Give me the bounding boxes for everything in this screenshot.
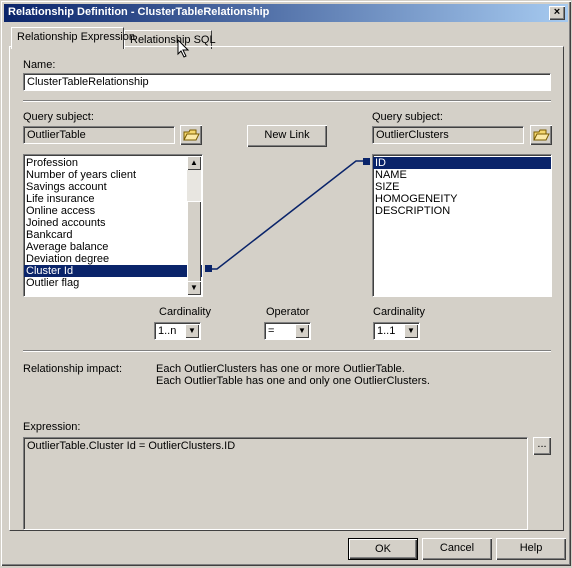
impact-line-1: Each OutlierClusters has one or more Out…: [156, 363, 405, 375]
cardinality-left-value: 1..n: [158, 325, 177, 337]
tab-relationship-expression[interactable]: Relationship Expression: [11, 27, 135, 49]
mouse-cursor-icon: [177, 39, 190, 58]
left-connector-handle[interactable]: [205, 265, 212, 272]
dialog-window: Relationship Definition - ClusterTableRe…: [0, 0, 572, 567]
operator-label: Operator: [266, 306, 310, 318]
impact-line-2: Each OutlierTable has one and only one O…: [156, 375, 430, 387]
dropdown-arrow-icon[interactable]: ▼: [295, 324, 309, 338]
help-button[interactable]: Help: [496, 538, 566, 560]
impact-label: Relationship impact:: [23, 363, 123, 375]
dropdown-arrow-icon[interactable]: ▼: [185, 324, 199, 338]
operator-value: =: [268, 325, 275, 337]
dropdown-arrow-icon[interactable]: ▼: [404, 324, 418, 338]
cardinality-right-label: Cardinality: [373, 306, 425, 318]
cardinality-left-label: Cardinality: [159, 306, 211, 318]
expression-field: OutlierTable.Cluster Id = OutlierCluster…: [23, 437, 528, 530]
cardinality-right-select[interactable]: 1..1 ▼: [373, 322, 420, 340]
tab-label: Relationship Expression: [17, 31, 136, 43]
operator-select[interactable]: = ▼: [264, 322, 311, 340]
cardinality-left-select[interactable]: 1..n ▼: [154, 322, 201, 340]
right-connector-handle[interactable]: [363, 158, 370, 165]
cancel-button[interactable]: Cancel: [422, 538, 492, 560]
divider: [23, 350, 551, 352]
cardinality-right-value: 1..1: [377, 325, 396, 337]
ok-button[interactable]: OK: [348, 538, 418, 560]
expression-label: Expression:: [23, 421, 81, 433]
expression-editor-button[interactable]: ...: [533, 437, 551, 455]
